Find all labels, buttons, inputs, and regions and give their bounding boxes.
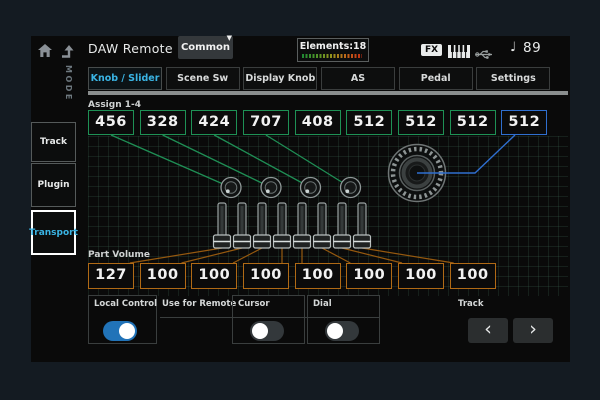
part-volume-text: 100 xyxy=(457,267,489,283)
part-volume-text: 100 xyxy=(353,267,385,283)
local-control-toggle[interactable] xyxy=(103,321,137,341)
toggle-knob xyxy=(252,323,268,339)
part-volume-section-label: Part Volume xyxy=(88,250,150,260)
part-volume-text: 127 xyxy=(95,267,127,283)
part-volume-6[interactable]: 100 xyxy=(346,263,392,289)
dial-toggle[interactable] xyxy=(325,321,359,341)
device-frame: MODE DAW Remote Common ▼ Elements:18 FX xyxy=(0,0,600,400)
assign-knob-3[interactable] xyxy=(301,178,321,198)
assign-knob-2[interactable] xyxy=(261,178,281,198)
assign-value-4[interactable]: 707 xyxy=(243,110,289,135)
part-slider-8[interactable] xyxy=(354,203,371,248)
assign-value-text: 424 xyxy=(198,114,230,130)
assign-value-2[interactable]: 328 xyxy=(140,110,186,135)
toggle-knob xyxy=(119,323,135,339)
part-slider-5[interactable] xyxy=(294,203,311,248)
cursor-label: Cursor xyxy=(238,299,270,309)
assign-section-label: Assign 1-4 xyxy=(88,100,141,110)
assign-value-text: 512 xyxy=(405,114,437,130)
assign-value-text: 512 xyxy=(457,114,489,130)
chevron-left-icon: ‹ xyxy=(484,318,492,340)
assign-value-text: 512 xyxy=(508,114,540,130)
assign-knob-4[interactable] xyxy=(341,178,361,198)
assign-value-5[interactable]: 408 xyxy=(295,110,341,135)
part-volume-text: 100 xyxy=(198,267,230,283)
part-volume-2[interactable]: 100 xyxy=(140,263,186,289)
part-slider-2[interactable] xyxy=(234,203,251,248)
part-volume-7[interactable]: 100 xyxy=(398,263,444,289)
assign-value-7[interactable]: 512 xyxy=(398,110,444,135)
chevron-right-icon: › xyxy=(529,318,537,340)
cursor-toggle[interactable] xyxy=(250,321,284,341)
assign-value-text: 328 xyxy=(147,114,179,130)
part-volume-text: 100 xyxy=(405,267,437,283)
assign-value-text: 408 xyxy=(302,114,334,130)
part-slider-3[interactable] xyxy=(254,203,271,248)
part-volume-text: 100 xyxy=(147,267,179,283)
part-volume-text: 100 xyxy=(250,267,282,283)
dial-label: Dial xyxy=(313,299,332,309)
part-volume-3[interactable]: 100 xyxy=(191,263,237,289)
assign-value-8[interactable]: 512 xyxy=(450,110,496,135)
part-slider-1[interactable] xyxy=(214,203,231,248)
part-volume-5[interactable]: 100 xyxy=(295,263,341,289)
assign-value-text: 456 xyxy=(95,114,127,130)
assign-value-6[interactable]: 512 xyxy=(346,110,392,135)
track-next-button[interactable]: › xyxy=(513,318,553,343)
use-for-remote-label: Use for Remote xyxy=(162,299,236,309)
assign-value-3[interactable]: 424 xyxy=(191,110,237,135)
part-volume-8[interactable]: 100 xyxy=(450,263,496,289)
part-slider-7[interactable] xyxy=(334,203,351,248)
screen: MODE DAW Remote Common ▼ Elements:18 FX xyxy=(31,36,570,362)
assign-value-text: 707 xyxy=(250,114,282,130)
assign-value-text: 512 xyxy=(353,114,385,130)
part-slider-6[interactable] xyxy=(314,203,331,248)
track-prev-button[interactable]: ‹ xyxy=(468,318,508,343)
volume-connector-lines xyxy=(130,248,454,263)
assign-value-9[interactable]: 512 xyxy=(501,110,547,135)
part-volume-text: 100 xyxy=(302,267,334,283)
local-control-label: Local Control xyxy=(94,299,157,309)
track-nav-label: Track xyxy=(458,299,483,309)
toggle-knob xyxy=(327,323,343,339)
assign-knob-1[interactable] xyxy=(221,178,241,198)
assign-value-1[interactable]: 456 xyxy=(88,110,134,135)
part-volume-4[interactable]: 100 xyxy=(243,263,289,289)
part-volume-1[interactable]: 127 xyxy=(88,263,134,289)
part-slider-4[interactable] xyxy=(274,203,291,248)
